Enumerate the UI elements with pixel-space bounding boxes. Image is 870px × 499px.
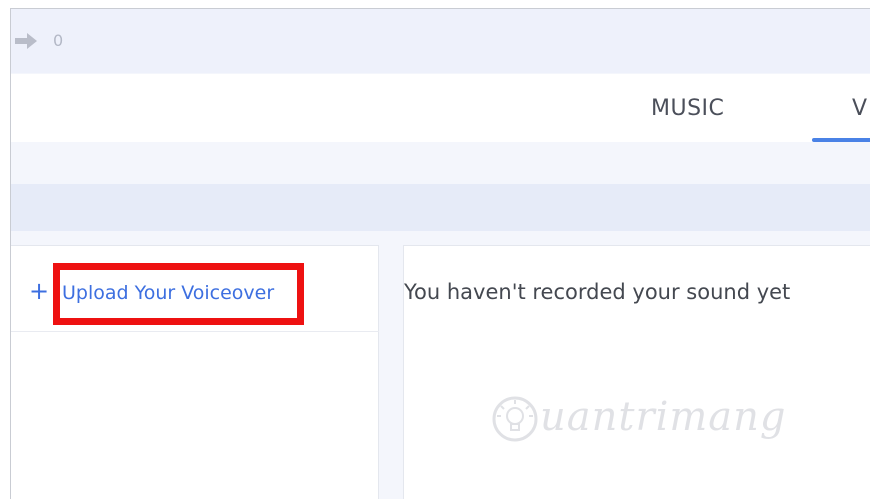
empty-recordings-message: You haven't recorded your sound yet	[404, 280, 791, 304]
highlight-annotation-box	[53, 263, 304, 325]
top-toolbar: 0	[11, 9, 870, 73]
watermark: uantrimang	[490, 392, 810, 462]
recordings-panel: You haven't recorded your sound yet uant…	[403, 245, 870, 499]
editor-window: 0 MUSIC V + Upload Your Voiceover You ha…	[10, 8, 870, 499]
tab-music[interactable]: MUSIC	[651, 96, 724, 121]
history-count: 0	[53, 31, 64, 50]
tab-voice[interactable]: V	[852, 96, 868, 121]
lightbulb-icon	[490, 394, 540, 444]
watermark-text: uantrimang	[540, 394, 787, 440]
upload-row[interactable]: + Upload Your Voiceover	[11, 246, 379, 332]
redo-arrow-icon[interactable]	[13, 31, 39, 51]
media-tabs: MUSIC V	[11, 74, 870, 142]
voiceover-sidebar: + Upload Your Voiceover	[11, 245, 379, 499]
spacer-band	[11, 142, 870, 184]
section-header-band	[11, 184, 870, 231]
spacer-gap	[11, 231, 870, 245]
plus-icon[interactable]: +	[29, 279, 49, 303]
